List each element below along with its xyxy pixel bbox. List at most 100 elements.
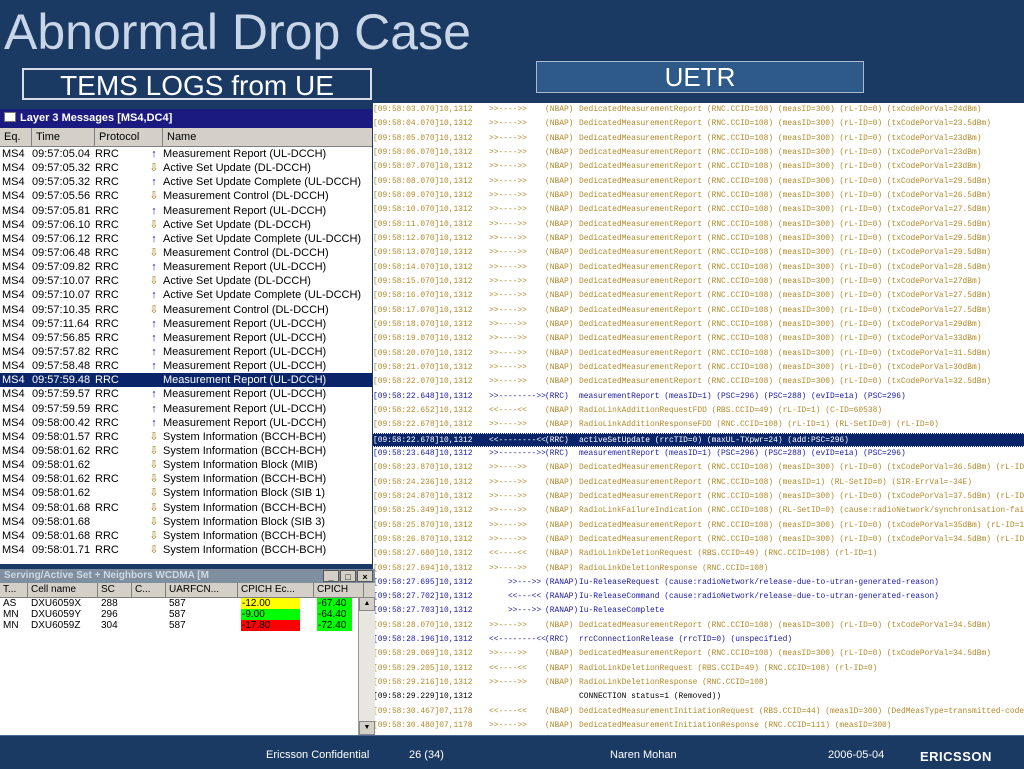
table-row[interactable]: MS4 09:57:10.35 RRC ⇩ Measurement Control (D… (0, 303, 372, 317)
table-row[interactable]: MS4 09:58:01.62 RRC ⇩ System Information (BC… (0, 444, 372, 458)
column-header-time[interactable]: Time (32, 128, 95, 146)
log-line[interactable]: [09:58:24.236]10,1312 >>---->> (NBAP) Dedic… (373, 476, 1024, 490)
log-line[interactable]: [09:58:03.070]10,1312 >>---->> (NBAP) Dedic… (373, 103, 1024, 117)
table-row[interactable]: MS4 09:57:05.04 RRC ↑ Measurement Report (UL… (0, 147, 372, 161)
column-header-protocol[interactable]: Protocol (95, 128, 163, 146)
log-protocol: (NBAP) (545, 205, 574, 215)
log-line[interactable]: [09:58:23.648]10,1312 >>-------->>(RRC) me… (373, 447, 1024, 461)
scroll-up-icon[interactable]: ▲ (359, 597, 375, 611)
log-line[interactable]: [09:58:20.070]10,1312 >>---->> (NBAP) Dedic… (373, 347, 1024, 361)
log-line[interactable]: [09:58:27.680]10,1312 <<----<< (NBAP) Radio… (373, 547, 1024, 561)
table-row[interactable]: MS4 09:57:56.85 RRC ↑ Measurement Report (UL… (0, 331, 372, 345)
log-line[interactable]: [09:58:18.070]10,1312 >>---->> (NBAP) Dedic… (373, 318, 1024, 332)
column-header-uarfcn[interactable]: UARFCN... (166, 583, 238, 597)
table-row[interactable]: MS4 09:57:59.59 RRC ↑ Measurement Report (UL… (0, 402, 372, 416)
log-timestamp: [09:58:04.070]10,1312 (373, 119, 473, 129)
table-row[interactable]: AS DXU6059X 288 587 -12.00 -67.40 (0, 598, 375, 609)
log-line[interactable]: [09:58:10.070]10,1312 >>---->> (NBAP) Dedic… (373, 203, 1024, 217)
column-header-name[interactable]: Name (163, 128, 372, 146)
log-line[interactable]: [09:58:28.070]10,1312 >>---->> (NBAP) Dedic… (373, 619, 1024, 633)
table-row[interactable]: MS4 09:57:11.64 RRC ↑ Measurement Report (UL… (0, 317, 372, 331)
log-line[interactable]: [09:58:22.648]10,1312 >>-------->>(RRC) me… (373, 390, 1024, 404)
log-protocol: (NBAP) (545, 506, 574, 516)
log-line[interactable]: [09:58:22.070]10,1312 >>---->> (NBAP) Dedic… (373, 375, 1024, 389)
log-line[interactable]: [09:58:06.070]10,1312 >>---->> (NBAP) Dedic… (373, 146, 1024, 160)
log-line[interactable]: [09:58:23.870]10,1312 >>---->> (NBAP) Dedic… (373, 461, 1024, 475)
log-direction: >>--->> (489, 577, 542, 587)
table-row[interactable]: MS4 09:57:06.12 RRC ↑ Active Set Update Comp… (0, 232, 372, 246)
column-header-sc[interactable]: SC (98, 583, 132, 597)
scroll-down-icon[interactable]: ▼ (359, 721, 375, 735)
table-row[interactable]: MS4 09:57:57.82 RRC ↑ Measurement Report (UL… (0, 345, 372, 359)
table-row[interactable]: MS4 09:58:01.68 RRC ⇩ System Information (BC… (0, 529, 372, 543)
table-row[interactable]: MN DXU6059Z 304 587 -17.80 -72.40 (0, 620, 375, 631)
log-line[interactable]: [09:58:12.070]10,1312 >>---->> (NBAP) Dedic… (373, 232, 1024, 246)
log-line[interactable]: [09:58:05.070]10,1312 >>---->> (NBAP) Dedic… (373, 132, 1024, 146)
table-row[interactable]: MS4 09:58:01.71 RRC ⇩ System Information (BC… (0, 543, 372, 557)
table-row[interactable]: MS4 09:57:59.48 RRC Measurement Report (UL-… (0, 373, 372, 388)
maximize-button[interactable]: □ (340, 570, 356, 582)
log-line[interactable]: [09:58:19.070]10,1312 >>---->> (NBAP) Dedic… (373, 332, 1024, 346)
log-line[interactable]: [09:58:09.070]10,1312 >>---->> (NBAP) Dedic… (373, 189, 1024, 203)
log-line[interactable]: [09:58:29.216]10,1312 >>---->> (NBAP) Radio… (373, 676, 1024, 690)
table-row[interactable]: MN DXU6059Y 296 587 -9.00 -64.40 (0, 609, 375, 620)
log-line[interactable]: [09:58:25.349]10,1312 >>---->> (NBAP) Radio… (373, 504, 1024, 518)
layer3-window-titlebar[interactable]: Layer 3 Messages [MS4,DC4] (0, 109, 372, 128)
table-row[interactable]: MS4 09:57:05.32 RRC ↑ Active Set Update Comp… (0, 175, 372, 189)
column-header-cpich-rscp[interactable]: CPICH (314, 583, 364, 597)
log-line[interactable]: [09:58:16.070]10,1312 >>---->> (NBAP) Dedic… (373, 289, 1024, 303)
log-protocol: (NBAP) (545, 649, 574, 659)
table-row[interactable]: MS4 09:58:01.62 RRC ⇩ System Information (BC… (0, 472, 372, 486)
table-row[interactable]: MS4 09:57:05.81 RRC ↑ Measurement Report (UL… (0, 204, 372, 218)
column-header-c[interactable]: C... (132, 583, 166, 597)
log-line[interactable]: [09:58:28.196]10,1312 <<--------<<(RRC) rr… (373, 633, 1024, 647)
column-header-cpich-ec[interactable]: CPICH Ec... (238, 583, 314, 597)
log-line[interactable]: [09:58:13.070]10,1312 >>---->> (NBAP) Dedic… (373, 246, 1024, 260)
table-row[interactable]: MS4 09:57:10.07 RRC ↑ Active Set Update Comp… (0, 288, 372, 302)
minimize-button[interactable]: _ (323, 570, 339, 582)
table-row[interactable]: MS4 09:58:01.62 ⇩ System Information Block … (0, 486, 372, 500)
log-line[interactable]: [09:58:27.694]10,1312 >>---->> (NBAP) Radio… (373, 562, 1024, 576)
log-line[interactable]: [09:58:27.703]10,1312 >>--->> (RANAP)Iu-R… (373, 604, 1024, 618)
table-row[interactable]: MS4 09:57:05.32 RRC ⇩ Active Set Update (DL-… (0, 161, 372, 175)
neighbors-window-titlebar[interactable]: Serving/Active Set + Neighbors WCDMA [M … (0, 569, 375, 583)
column-header-cell-name[interactable]: Cell name (28, 583, 98, 597)
log-line[interactable]: [09:58:04.070]10,1312 >>---->> (NBAP) Dedic… (373, 117, 1024, 131)
table-row[interactable]: MS4 09:57:59.57 RRC ↑ Measurement Report (UL… (0, 387, 372, 401)
log-line[interactable]: [09:58:29.069]10,1312 >>---->> (NBAP) Dedic… (373, 647, 1024, 661)
table-row[interactable]: MS4 09:57:06.48 RRC ⇩ Measurement Control (D… (0, 246, 372, 260)
table-row[interactable]: MS4 09:57:10.07 RRC ⇩ Active Set Update (DL-… (0, 274, 372, 288)
column-header-type[interactable]: T... (0, 583, 28, 597)
log-line[interactable]: [09:58:29.205]10,1312 <<----<< (NBAP) Radio… (373, 662, 1024, 676)
log-line[interactable]: [09:58:26.870]10,1312 >>---->> (NBAP) Dedic… (373, 533, 1024, 547)
log-line[interactable]: [09:58:14.070]10,1312 >>---->> (NBAP) Dedic… (373, 261, 1024, 275)
log-line[interactable]: [09:58:27.695]10,1312 >>--->> (RANAP)Iu-R… (373, 576, 1024, 590)
table-row[interactable]: MS4 09:58:01.68 ⇩ System Information Block … (0, 515, 372, 529)
log-line[interactable]: [09:58:22.678]10,1312 <<--------<<(RRC) ac… (373, 432, 1024, 447)
log-line[interactable]: [09:58:15.070]10,1312 >>---->> (NBAP) Dedic… (373, 275, 1024, 289)
close-button[interactable]: × (357, 570, 373, 582)
log-line[interactable]: [09:58:22.652]10,1312 <<----<< (NBAP) Radio… (373, 404, 1024, 418)
log-line[interactable]: [09:58:24.870]10,1312 >>---->> (NBAP) Dedic… (373, 490, 1024, 504)
log-line[interactable]: [09:58:30.480]07,1178 >>---->> (NBAP) Dedic… (373, 719, 1024, 733)
table-row[interactable]: MS4 09:57:58.48 RRC ↑ Measurement Report (UL… (0, 359, 372, 373)
table-row[interactable]: MS4 09:58:00.42 RRC ↑ Measurement Report (UL… (0, 416, 372, 430)
table-row[interactable]: MS4 09:57:09.82 RRC ↑ Measurement Report (UL… (0, 260, 372, 274)
log-line[interactable]: [09:58:17.070]10,1312 >>---->> (NBAP) Dedic… (373, 304, 1024, 318)
log-line[interactable]: [09:58:29.229]10,1312 CONNECTION status=1… (373, 690, 1024, 704)
neighbors-scrollbar[interactable]: ▲ ▼ (358, 597, 375, 735)
log-line[interactable]: [09:58:11.070]10,1312 >>---->> (NBAP) Dedic… (373, 218, 1024, 232)
table-row[interactable]: MS4 09:58:01.57 RRC ⇩ System Information (BC… (0, 430, 372, 444)
table-row[interactable]: MS4 09:57:05.56 RRC ⇩ Measurement Control (D… (0, 189, 372, 203)
table-row[interactable]: MS4 09:58:01.68 RRC ⇩ System Information (BC… (0, 501, 372, 515)
log-line[interactable]: [09:58:21.070]10,1312 >>---->> (NBAP) Dedic… (373, 361, 1024, 375)
table-row[interactable]: MS4 09:58:01.62 ⇩ System Information Block … (0, 458, 372, 472)
log-line[interactable]: [09:58:25.870]10,1312 >>---->> (NBAP) Dedic… (373, 519, 1024, 533)
table-row[interactable]: MS4 09:57:06.10 RRC ⇩ Active Set Update (DL-… (0, 218, 372, 232)
log-line[interactable]: [09:58:08.070]10,1312 >>---->> (NBAP) Dedic… (373, 175, 1024, 189)
log-line[interactable]: [09:58:22.678]10,1312 >>---->> (NBAP) Radio… (373, 418, 1024, 432)
log-line[interactable]: [09:58:27.702]10,1312 <<---<< (RANAP)Iu-R… (373, 590, 1024, 604)
column-header-eq[interactable]: Eq. (0, 128, 32, 146)
log-line[interactable]: [09:58:07.070]10,1312 >>---->> (NBAP) Dedic… (373, 160, 1024, 174)
log-line[interactable]: [09:58:30.467]07,1178 <<----<< (NBAP) Dedic… (373, 705, 1024, 719)
